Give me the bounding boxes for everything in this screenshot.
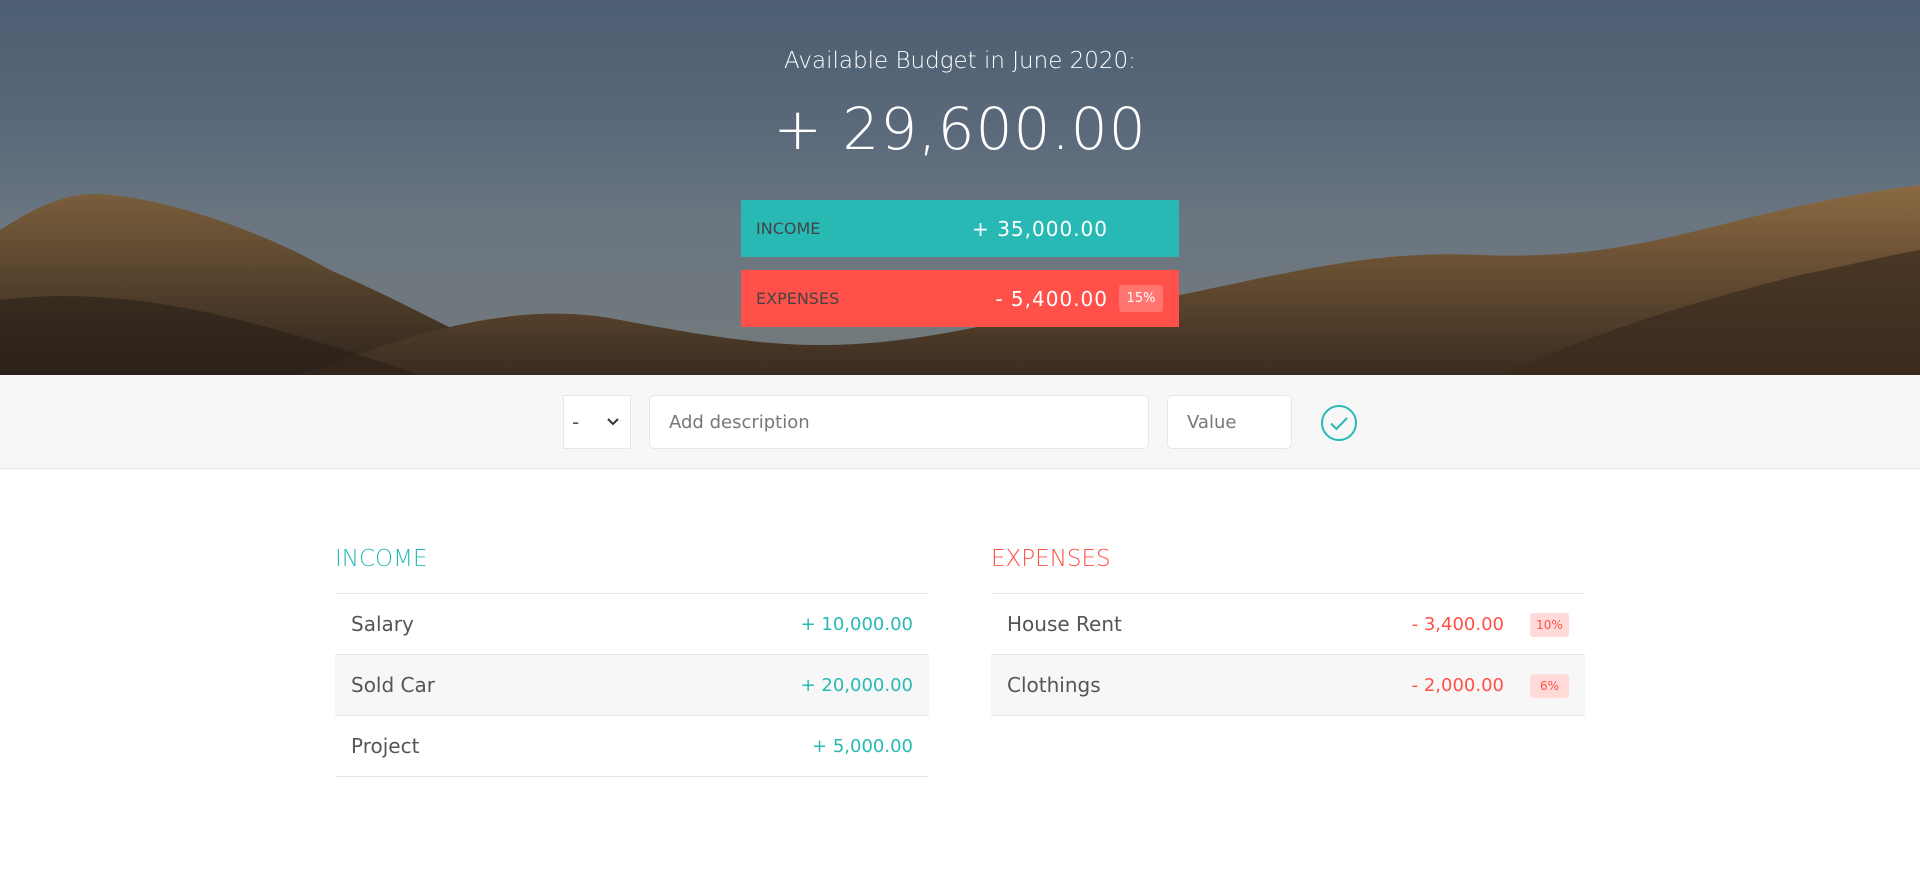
- income-list-items: Salary + 10,000.00 Sold Car + 20,000.00 …: [335, 594, 929, 777]
- budget-title: Available Budget in June 2020:: [784, 48, 1136, 74]
- expenses-list-title: Expenses: [991, 540, 1585, 594]
- item-value: - 2,000.00: [1411, 674, 1504, 696]
- income-summary-label: Income: [756, 219, 821, 238]
- income-summary-value: + 35,000.00: [972, 216, 1108, 241]
- item-description: House Rent: [1007, 612, 1122, 636]
- budget-header: Available Budget in June 2020: + 29,600.…: [0, 0, 1920, 375]
- income-summary: Income + 35,000.00: [741, 200, 1179, 257]
- expenses-summary-value: - 5,400.00: [995, 286, 1108, 311]
- item-description: Sold Car: [351, 673, 435, 697]
- income-list-title: Income: [335, 540, 929, 594]
- expenses-summary-label: Expenses: [756, 289, 840, 308]
- item-value: + 20,000.00: [800, 674, 913, 696]
- description-input[interactable]: [649, 395, 1149, 449]
- income-item[interactable]: Sold Car + 20,000.00: [335, 655, 929, 716]
- add-entry-bar: -: [0, 375, 1920, 469]
- entry-type-selected: -: [572, 410, 580, 434]
- item-description: Project: [351, 734, 420, 758]
- item-description: Salary: [351, 612, 414, 636]
- check-circle-icon: [1321, 405, 1357, 441]
- expenses-list: Expenses House Rent - 3,400.00 10% Cloth…: [991, 540, 1585, 716]
- income-item[interactable]: Salary + 10,000.00: [335, 594, 929, 655]
- expenses-percentage-badge: 15%: [1119, 285, 1163, 312]
- item-value: + 10,000.00: [800, 613, 913, 635]
- entry-type-select[interactable]: -: [563, 395, 631, 449]
- item-percentage-badge: 10%: [1530, 613, 1569, 637]
- income-list: Income Salary + 10,000.00 Sold Car + 20,…: [335, 540, 929, 777]
- expenses-summary: Expenses - 5,400.00 15%: [741, 270, 1179, 327]
- item-value: - 3,400.00: [1411, 613, 1504, 635]
- chevron-down-icon: [607, 418, 619, 426]
- expense-item[interactable]: House Rent - 3,400.00 10%: [991, 594, 1585, 655]
- add-entry-button[interactable]: [1320, 404, 1358, 442]
- income-item[interactable]: Project + 5,000.00: [335, 716, 929, 777]
- expenses-list-items: House Rent - 3,400.00 10% Clothings - 2,…: [991, 594, 1585, 716]
- item-percentage-badge: 6%: [1530, 674, 1569, 698]
- item-value: + 5,000.00: [812, 735, 913, 757]
- value-input[interactable]: [1167, 395, 1292, 449]
- item-description: Clothings: [1007, 673, 1101, 697]
- available-budget-value: + 29,600.00: [773, 95, 1147, 163]
- expense-item[interactable]: Clothings - 2,000.00 6%: [991, 655, 1585, 716]
